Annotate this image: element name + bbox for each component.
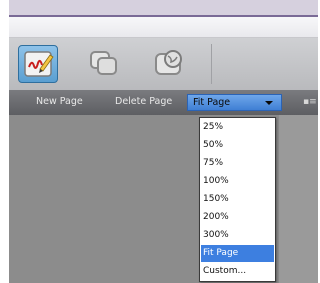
zoom-option-25[interactable]: 25%: [201, 119, 274, 136]
pages-icon: [90, 51, 117, 75]
menu-bar: [9, 17, 318, 38]
zoom-option-fit-page[interactable]: Fit Page: [201, 245, 274, 262]
chevron-down-icon: [265, 101, 273, 105]
delete-page-button[interactable]: Delete Page: [115, 96, 172, 107]
zoom-option-50[interactable]: 50%: [201, 137, 274, 154]
zoom-option-100[interactable]: 100%: [201, 173, 274, 190]
web-tool-button[interactable]: [149, 45, 189, 83]
command-bar: New Page Delete Page Fit Page ▪≡: [9, 90, 318, 115]
main-toolbar: [9, 38, 318, 90]
sign-tool-button[interactable]: [18, 45, 58, 83]
zoom-option-150[interactable]: 150%: [201, 191, 274, 208]
zoom-select[interactable]: Fit Page: [187, 94, 282, 111]
zoom-option-200[interactable]: 200%: [201, 209, 274, 226]
more-options-icon[interactable]: ▪≡: [303, 97, 317, 107]
zoom-option-custom[interactable]: Custom...: [201, 263, 274, 280]
zoom-option-300[interactable]: 300%: [201, 227, 274, 244]
toolbar-separator: [211, 44, 212, 84]
zoom-select-value: Fit Page: [193, 97, 231, 108]
new-page-button[interactable]: New Page: [36, 96, 83, 107]
title-bar: [9, 0, 318, 17]
canvas-margin: [279, 115, 318, 283]
sign-pen-icon: [24, 51, 54, 77]
zoom-dropdown-list: 25% 50% 75% 100% 150% 200% 300% Fit Page…: [199, 117, 276, 282]
web-globe-icon: [155, 50, 182, 75]
zoom-option-75[interactable]: 75%: [201, 155, 274, 172]
pages-tool-button[interactable]: [84, 45, 124, 83]
